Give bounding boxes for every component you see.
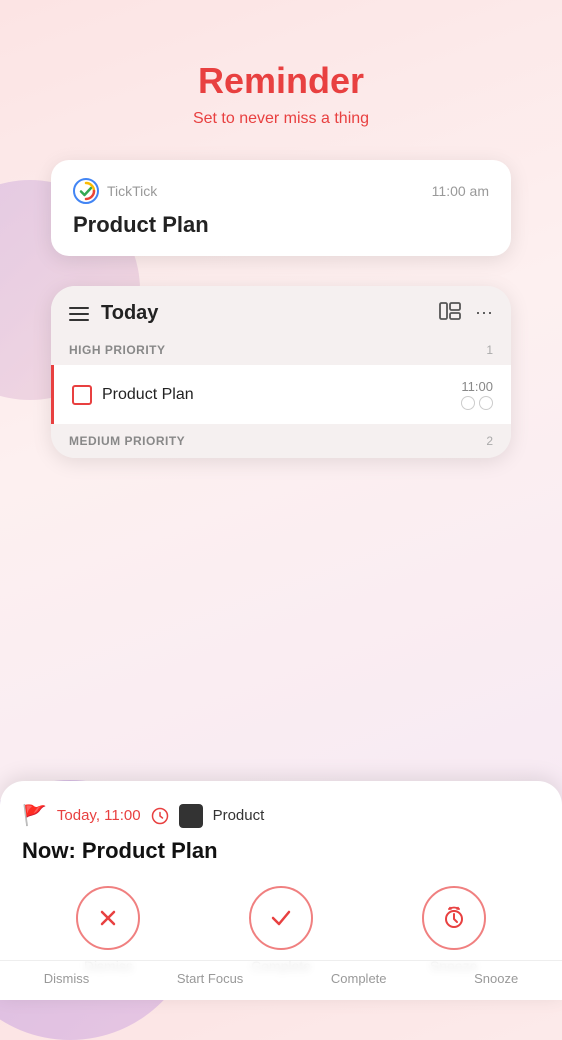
complete-circle[interactable]	[249, 886, 313, 950]
action-product-label: Product	[213, 807, 265, 824]
bottom-bar-complete[interactable]: Complete	[331, 971, 387, 986]
dismiss-circle[interactable]	[76, 886, 140, 950]
notif-task-title: Product Plan	[73, 212, 489, 238]
clock-icon	[151, 807, 169, 825]
page-subtitle: Set to never miss a thing	[193, 110, 369, 128]
flag-icon: 🚩	[22, 803, 47, 828]
task-time: 11:00	[461, 379, 493, 394]
notification-card: TickTick 11:00 am Product Plan	[51, 160, 511, 256]
task-checkbox[interactable]	[72, 385, 92, 405]
action-sheet-meta: 🚩 Today, 11:00 Product	[22, 803, 540, 828]
more-icon[interactable]: ⋯	[475, 303, 493, 324]
hamburger-icon[interactable]	[69, 307, 89, 321]
action-task-title: Now: Product Plan	[22, 838, 540, 864]
notif-time: 11:00 am	[432, 183, 489, 199]
product-thumbnail	[179, 804, 203, 828]
app-header: Today ⋯	[51, 286, 511, 335]
medium-priority-label: MEDIUM PRIORITY	[69, 434, 185, 448]
ticktick-icon	[73, 178, 99, 204]
app-screen: Today ⋯ HIGH PRIORITY 1	[51, 286, 511, 458]
dismiss-x-icon	[94, 904, 122, 932]
task-time-icons	[461, 396, 493, 410]
bottom-bar-snooze[interactable]: Snooze	[474, 971, 518, 986]
snooze-icon	[440, 904, 468, 932]
bottom-bar: Dismiss Start Focus Complete Snooze	[0, 960, 562, 1000]
notif-app-name: TickTick	[107, 183, 157, 199]
bottom-bar-start-focus[interactable]: Start Focus	[177, 971, 243, 986]
task-row-product-plan[interactable]: Product Plan 11:00	[51, 365, 511, 424]
high-priority-header: HIGH PRIORITY 1	[51, 335, 511, 365]
high-priority-label: HIGH PRIORITY	[69, 343, 166, 357]
medium-priority-header: MEDIUM PRIORITY 2	[51, 424, 511, 458]
columns-icon[interactable]	[439, 302, 461, 325]
bottom-bar-dismiss[interactable]: Dismiss	[44, 971, 90, 986]
app-screen-title: Today	[101, 302, 158, 325]
snooze-circle[interactable]	[422, 886, 486, 950]
high-priority-count: 1	[486, 343, 493, 357]
medium-priority-count: 2	[486, 434, 493, 448]
complete-check-icon	[267, 904, 295, 932]
page-title: Reminder	[198, 60, 364, 102]
task-name: Product Plan	[102, 386, 194, 404]
action-time: Today, 11:00	[57, 807, 141, 824]
action-sheet: 🚩 Today, 11:00 Product Now: Product Plan…	[0, 781, 562, 1000]
